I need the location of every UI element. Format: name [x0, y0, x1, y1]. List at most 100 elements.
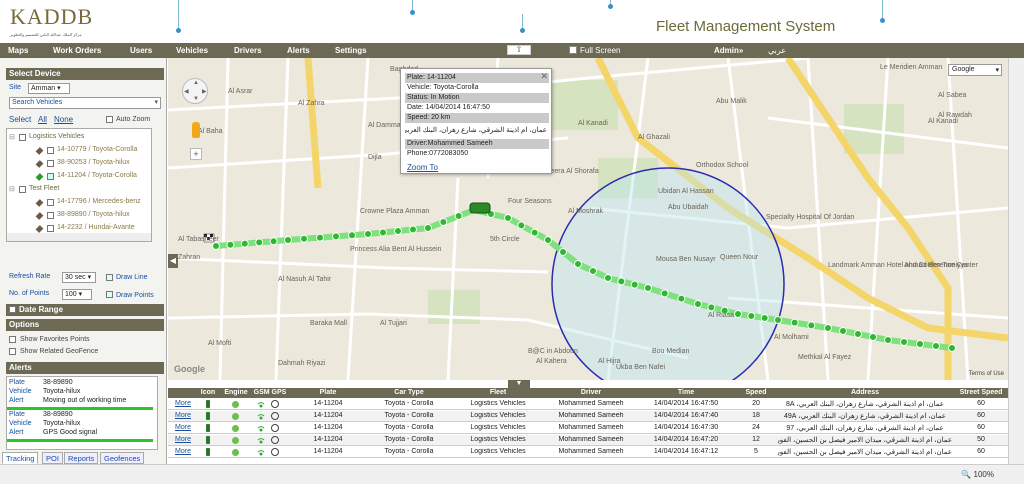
route-point-marker[interactable]	[760, 314, 769, 322]
col-street-speed[interactable]: Street Speed	[954, 389, 1008, 396]
route-point-marker[interactable]	[839, 327, 847, 335]
route-point-marker[interactable]	[660, 289, 669, 298]
table-row[interactable]: More 14-11204 Toyota - Corolla Logistics Ve…	[168, 423, 1008, 434]
collapse-grid-button[interactable]: ▼	[508, 380, 530, 388]
expand-icon[interactable]: ⊟	[9, 133, 15, 141]
route-point-marker[interactable]	[504, 214, 512, 222]
admin-menu[interactable]: Admin»	[714, 46, 743, 55]
route-point-marker[interactable]	[677, 294, 686, 303]
route-point-marker[interactable]	[916, 340, 924, 348]
route-point-marker[interactable]	[824, 324, 832, 332]
route-point-marker[interactable]	[900, 338, 908, 346]
close-icon[interactable]: ✕	[540, 71, 548, 82]
collapse-header-button[interactable]: ⇧	[507, 45, 531, 55]
route-point-marker[interactable]	[424, 224, 432, 232]
route-point-marker[interactable]	[617, 277, 626, 286]
table-row[interactable]: More 14-11204 Toyota - Corolla Logistics Ve…	[168, 411, 1008, 422]
select-none-link[interactable]: None	[54, 115, 73, 124]
collapse-left-panel-button[interactable]: ◀	[168, 254, 178, 268]
map-pan-control[interactable]: ▲ ▼ ◀ ▶	[182, 78, 208, 104]
language-toggle[interactable]: عربي	[768, 46, 786, 55]
zoom-in-button[interactable]: +	[190, 148, 202, 160]
refresh-rate-select[interactable]: 30 sec ▾	[62, 272, 96, 283]
show-geofence-checkbox[interactable]	[9, 348, 16, 355]
route-point-marker[interactable]	[774, 316, 782, 324]
route-point-marker[interactable]	[379, 228, 387, 237]
route-point-marker[interactable]	[884, 336, 892, 344]
col-address[interactable]: Address	[776, 389, 954, 396]
tab-geofences[interactable]: Geofences	[100, 452, 145, 464]
route-point-marker[interactable]	[284, 236, 292, 244]
route-point-marker[interactable]	[604, 274, 612, 282]
vehicle-checkbox[interactable]	[47, 147, 54, 154]
vehicle-checkbox[interactable]	[47, 225, 54, 232]
route-point-marker[interactable]	[348, 231, 356, 240]
route-point-marker[interactable]	[644, 284, 652, 292]
table-row[interactable]: More 14-11204 Toyota - Corolla Logistics Ve…	[168, 447, 1008, 458]
col-icon[interactable]: Icon	[198, 389, 218, 396]
tab-tracking[interactable]: Tracking	[2, 452, 39, 464]
route-point-marker[interactable]	[212, 242, 220, 250]
menu-vehicles[interactable]: Vehicles	[176, 46, 208, 55]
route-point-marker[interactable]	[240, 239, 249, 248]
vehicle-checkbox[interactable]	[47, 199, 54, 206]
menu-maps[interactable]: Maps	[8, 46, 28, 55]
col-car-type[interactable]: Car Type	[368, 389, 450, 396]
route-point-marker[interactable]	[948, 344, 956, 352]
route-point-marker[interactable]	[694, 300, 702, 308]
group-checkbox[interactable]	[19, 134, 26, 141]
col-plate[interactable]: Plate	[288, 389, 368, 396]
draw-points-checkbox[interactable]	[106, 291, 113, 298]
route-point-marker[interactable]	[734, 310, 742, 318]
route-point-marker[interactable]	[544, 236, 552, 244]
date-range-header[interactable]: Date Range	[6, 304, 164, 316]
menu-users[interactable]: Users	[130, 46, 152, 55]
route-point-marker[interactable]	[854, 330, 862, 338]
route-point-marker[interactable]	[454, 212, 463, 220]
menu-drivers[interactable]: Drivers	[234, 46, 262, 55]
route-point-marker[interactable]	[226, 240, 235, 249]
table-row[interactable]: More 14-11204 Toyota - Corolla Logistics Ve…	[168, 435, 1008, 446]
route-point-marker[interactable]	[255, 238, 264, 247]
page-scrollbar[interactable]	[1008, 58, 1024, 464]
points-select[interactable]: 100 ▾	[62, 289, 92, 300]
col-gsm-gps[interactable]: GSM GPS	[252, 389, 288, 396]
route-point-marker[interactable]	[747, 312, 756, 320]
route-point-marker[interactable]	[300, 234, 308, 243]
route-point-marker[interactable]	[707, 303, 716, 312]
route-point-marker[interactable]	[932, 342, 940, 350]
alerts-header[interactable]: Alerts	[6, 362, 164, 374]
select-device-header[interactable]: Select Device	[6, 68, 164, 80]
route-point-marker[interactable]	[790, 318, 799, 327]
col-fleet[interactable]: Fleet	[450, 389, 546, 396]
select-all-link[interactable]: All	[38, 115, 47, 124]
kaddb-logo[interactable]: KADDB مركز الملك عبدالله الثاني للتصميم …	[4, 3, 96, 41]
route-point-marker[interactable]	[332, 232, 340, 241]
vehicle-checkbox[interactable]	[47, 212, 54, 219]
col-driver[interactable]: Driver	[546, 389, 636, 396]
route-point-marker[interactable]	[409, 225, 417, 234]
options-header[interactable]: Options	[6, 319, 164, 331]
vehicle-checkbox[interactable]	[47, 173, 54, 180]
street-view-pegman-icon[interactable]	[192, 122, 200, 138]
more-link[interactable]: More	[172, 412, 194, 419]
more-link[interactable]: More	[172, 424, 194, 431]
zoom-level[interactable]: 🔍 100%	[961, 470, 994, 479]
draw-line-checkbox[interactable]	[106, 274, 113, 281]
vehicle-checkbox[interactable]	[47, 160, 54, 167]
route-point-marker[interactable]	[439, 218, 448, 226]
menu-work-orders[interactable]: Work Orders	[53, 46, 101, 55]
tab-reports[interactable]: Reports	[64, 452, 99, 464]
group-checkbox[interactable]	[19, 186, 26, 193]
route-point-marker[interactable]	[269, 237, 278, 246]
route-point-marker[interactable]	[394, 227, 402, 235]
expand-icon[interactable]: ⊟	[9, 185, 15, 193]
show-favorites-checkbox[interactable]	[9, 336, 16, 343]
col-engine[interactable]: Engine	[222, 389, 250, 396]
more-link[interactable]: More	[172, 400, 194, 407]
route-point-marker[interactable]	[530, 228, 539, 237]
table-row[interactable]: More 14-11204 Toyota - Corolla Logistics Ve…	[168, 399, 1008, 410]
route-point-marker[interactable]	[559, 248, 567, 256]
search-vehicles-input[interactable]: Search Vehicles ▾	[9, 97, 161, 109]
map-view[interactable]: BaghdadAl ZahraAl KanadiAl AsrarAl Damma…	[168, 58, 1008, 380]
